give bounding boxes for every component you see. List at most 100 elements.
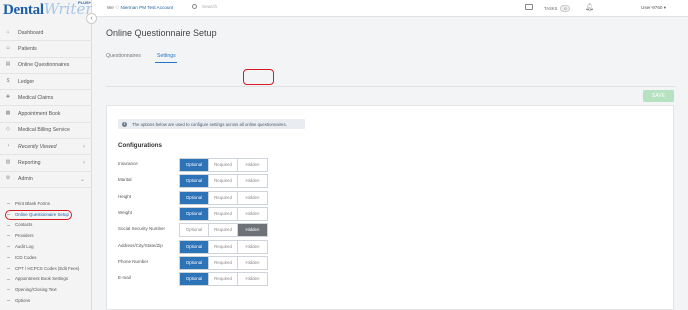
option-required-button[interactable]: Required: [209, 175, 238, 188]
option-required-button[interactable]: Required: [209, 159, 238, 171]
option-required-button[interactable]: Required: [209, 207, 238, 220]
account-name: Nierman PM Test Account: [120, 5, 174, 10]
sidebar-item[interactable]: ▥ Reporting ›: [0, 155, 92, 172]
search-placeholder: Search: [202, 4, 218, 10]
patients-icon: ☺: [5, 44, 11, 51]
sidebar-item-label: Admin: [18, 176, 33, 183]
option-optional-button[interactable]: Optional: [180, 240, 209, 253]
option-required-button[interactable]: Required: [209, 224, 238, 237]
admin-submenu-item[interactable]: Providers: [0, 230, 92, 241]
option-optional-button[interactable]: Optional: [180, 256, 209, 269]
sidebar: DentalWriter PLUS+ ⌂ Dashboard ☺ Patients ▤ O…: [0, 0, 93, 310]
sidebar-item-label: Ledger: [18, 78, 35, 85]
sidebar-item-label: Patients: [18, 45, 37, 52]
option-segmented-control: Optional Required Hidden: [179, 206, 268, 221]
config-row: Address/City/State/Zip Optional Required Hi…: [118, 239, 278, 254]
sidebar-item-label: Appointment Book: [18, 111, 61, 118]
option-hidden-button[interactable]: Hidden: [238, 224, 267, 237]
questionnaire-icon: ▤: [5, 61, 11, 68]
admin-submenu-item[interactable]: Opening/Closing Text: [0, 284, 92, 295]
option-required-button[interactable]: Required: [209, 256, 238, 269]
option-optional-button[interactable]: Optional: [180, 273, 209, 286]
config-row: Marital Optional Required Hidden: [118, 174, 278, 189]
sidebar-item[interactable]: ☺ Patients: [0, 41, 92, 58]
heart-icon: ♡: [115, 5, 120, 10]
config-row: Height Optional Required Hidden: [118, 190, 278, 205]
option-hidden-button[interactable]: Hidden: [238, 207, 267, 220]
option-hidden-button[interactable]: Hidden: [238, 273, 267, 286]
admin-submenu-item[interactable]: ICD Codes: [0, 252, 92, 263]
option-hidden-button[interactable]: Hidden: [238, 175, 267, 188]
option-required-button[interactable]: Required: [209, 273, 238, 286]
option-optional-button[interactable]: Optional: [180, 191, 209, 204]
page-title: Online Questionnaire Setup: [106, 28, 217, 38]
config-row-label: Marital: [118, 177, 132, 183]
sidebar-item[interactable]: $ Ledger: [0, 74, 92, 91]
sidebar-item[interactable]: ⌂ Dashboard: [0, 25, 92, 42]
option-required-button[interactable]: Required: [209, 240, 238, 253]
shield-icon: ◇: [6, 126, 10, 133]
option-segmented-control: Optional Required Hidden: [179, 223, 268, 238]
option-segmented-control: Optional Required Hidden: [179, 174, 268, 189]
sidebar-item[interactable]: ◔ Recently Viewed ›: [0, 139, 92, 156]
sidebar-item[interactable]: ▦ Appointment Book: [0, 106, 92, 123]
user-name: User-9760: [641, 5, 663, 10]
sidebar-item[interactable]: ✚ Medical Claims: [0, 90, 92, 107]
monitor-icon[interactable]: [525, 4, 533, 10]
option-segmented-control: Optional Required Hidden: [179, 255, 268, 270]
option-hidden-button[interactable]: Hidden: [238, 240, 267, 253]
option-hidden-button[interactable]: Hidden: [238, 191, 267, 204]
admin-submenu-item[interactable]: Appointment Book Settings: [0, 274, 92, 285]
option-segmented-control: Optional Required Hidden: [179, 272, 268, 287]
config-row-label: E-mail: [118, 275, 131, 281]
config-row: Social Security Number Optional Required Hi…: [118, 223, 278, 238]
chevron-icon: ›: [83, 160, 85, 167]
option-optional-button[interactable]: Optional: [180, 175, 209, 188]
sidebar-item-label: Reporting: [18, 160, 41, 167]
collapse-sidebar-button[interactable]: ‹: [86, 13, 97, 24]
option-optional-button[interactable]: Optional: [180, 207, 209, 220]
tab-questionnaires[interactable]: Questionnaires: [106, 53, 141, 59]
sidebar-item-label: Recently Viewed: [18, 143, 57, 150]
tasks-button[interactable]: TASKS 0: [544, 5, 571, 12]
search-icon: [192, 4, 197, 9]
option-hidden-button[interactable]: Hidden: [238, 256, 267, 269]
annotation-oval-sidebar: [5, 209, 72, 220]
search-input[interactable]: Search: [192, 4, 217, 10]
we-prefix: We: [107, 5, 114, 10]
option-segmented-control: Optional Required Hidden: [179, 158, 268, 172]
config-row-label: Address/City/State/Zip: [118, 242, 163, 248]
admin-submenu-item[interactable]: Print Blank Forms: [0, 198, 92, 209]
admin-submenu-item[interactable]: Contacts: [0, 220, 92, 231]
save-button[interactable]: SAVE: [643, 90, 674, 102]
bell-icon[interactable]: 🔔︎: [585, 3, 594, 11]
admin-submenu-item[interactable]: Audit Log: [0, 241, 92, 252]
tabs-divider: [106, 86, 676, 87]
reporting-icon: ▥: [5, 159, 11, 166]
admin-submenu-item[interactable]: CPT / HCPCS Codes (Edit Fees): [0, 263, 92, 274]
tab-settings[interactable]: Settings: [157, 53, 176, 59]
sidebar-item[interactable]: ⚙ Admin ⌄: [0, 172, 92, 188]
logo-plus: PLUS+: [78, 0, 92, 5]
top-bar: We ♡ Nierman PM Test Account Search TASK…: [92, 0, 688, 17]
account-switcher[interactable]: We ♡ Nierman PM Test Account: [107, 5, 173, 11]
config-row: E-mail Optional Required Hidden: [118, 272, 278, 287]
tasks-label: TASKS: [544, 6, 558, 11]
home-icon: ⌂: [6, 28, 10, 35]
user-menu[interactable]: User-9760 ▾: [641, 5, 666, 11]
admin-icon: ⚙: [5, 175, 11, 182]
option-required-button[interactable]: Required: [209, 191, 238, 204]
sidebar-item-label: Medical Billing Service: [18, 127, 70, 134]
option-segmented-control: Optional Required Hidden: [179, 190, 268, 205]
annotation-oval-settings-tab: [243, 69, 274, 85]
option-optional-button[interactable]: Optional: [180, 224, 209, 237]
option-hidden-button[interactable]: Hidden: [238, 159, 267, 171]
logo[interactable]: DentalWriter PLUS+: [3, 0, 93, 18]
admin-submenu-item[interactable]: Options: [0, 295, 92, 306]
option-optional-button[interactable]: Optional: [180, 159, 209, 171]
config-row-label: Phone Number: [118, 258, 149, 264]
configurations-heading: Configurations: [118, 142, 162, 149]
sidebar-item[interactable]: ▤ Online Questionnaires: [0, 58, 92, 74]
main-content: Online Questionnaire Setup Questionnaire…: [92, 17, 688, 310]
sidebar-item[interactable]: ◇ Medical Billing Service: [0, 123, 92, 140]
